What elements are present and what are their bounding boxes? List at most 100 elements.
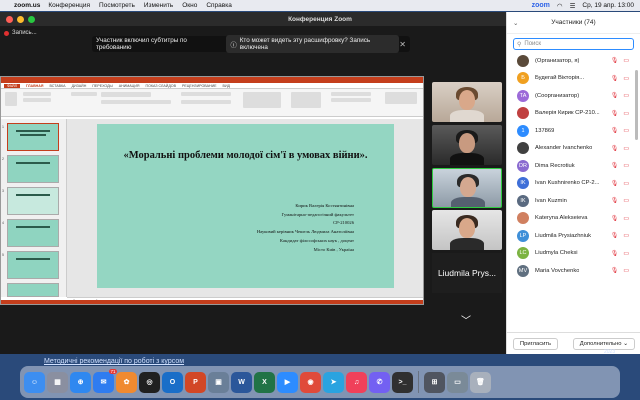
slide-thumbnail[interactable]: [7, 187, 59, 215]
paste-icon[interactable]: [5, 92, 17, 106]
ppt-tab-home[interactable]: ГЛАВНАЯ: [26, 84, 43, 88]
mic-muted-icon[interactable]: 🎙︎: [611, 250, 619, 257]
paragraph-tools[interactable]: [181, 92, 231, 96]
mic-muted-icon[interactable]: 🎙︎: [611, 197, 619, 204]
slide-thumbnail[interactable]: [7, 283, 59, 297]
camera-off-icon[interactable]: ▭: [623, 197, 629, 204]
ribbon-tool[interactable]: [23, 92, 51, 96]
camera-off-icon[interactable]: ▭: [623, 250, 629, 257]
wifi-icon[interactable]: ◠: [557, 2, 563, 10]
participant-search[interactable]: ⚲ Поиск: [513, 38, 634, 50]
mic-muted-icon[interactable]: 🎙︎: [611, 267, 619, 274]
video-tile[interactable]: [432, 82, 502, 122]
menu-item-conference[interactable]: Конференция: [48, 2, 90, 9]
launchpad-icon[interactable]: ▦: [47, 371, 68, 393]
video-tile[interactable]: [432, 125, 502, 165]
transcript-visibility-button[interactable]: ⓘ Кто может видеть эту расшифровку? Запи…: [226, 35, 400, 53]
music-icon[interactable]: ♫: [346, 371, 367, 393]
participant-row[interactable]: IK Ivan Kushnirenko СР-2... 🎙︎ ▭: [507, 175, 635, 193]
clock[interactable]: Ср, 19 апр. 13:00: [582, 2, 634, 9]
mic-muted-icon[interactable]: 🎙︎: [611, 145, 619, 152]
finder-icon[interactable]: ☺: [24, 371, 45, 393]
mic-muted-icon[interactable]: 🎙︎: [611, 215, 619, 222]
shape-fill-tools[interactable]: [331, 92, 371, 96]
search-input[interactable]: Поиск: [524, 41, 541, 47]
mic-muted-icon[interactable]: 🎙︎: [611, 92, 619, 99]
ppt-tab-animation[interactable]: АНИМАЦИЯ: [119, 84, 140, 88]
ppt-tab-view[interactable]: ВИД: [223, 84, 230, 88]
mic-muted-icon[interactable]: 🎙︎: [611, 75, 619, 82]
mic-muted-icon[interactable]: 🎙︎: [611, 180, 619, 187]
camera-off-icon[interactable]: ▭: [623, 110, 629, 117]
paragraph-tools[interactable]: [181, 100, 231, 104]
photos-icon[interactable]: ✿: [116, 371, 137, 393]
font-format-tools[interactable]: [101, 100, 171, 104]
trash-icon[interactable]: 🗑: [470, 371, 491, 393]
participant-row[interactable]: 1 137869 🎙︎ ▭: [507, 122, 635, 140]
zoom-status-icon[interactable]: zoom: [532, 2, 550, 9]
ppt-tab-insert[interactable]: ВСТАВКА: [49, 84, 65, 88]
camera-off-icon[interactable]: ▭: [623, 75, 629, 82]
slide-thumbnail[interactable]: [7, 251, 59, 279]
chatgpt-icon[interactable]: ◎: [139, 371, 160, 393]
menu-item-view[interactable]: Посмотреть: [99, 2, 135, 9]
ppt-tab-review[interactable]: РЕЦЕНЗИРОВАНИЕ: [182, 84, 217, 88]
chrome-icon[interactable]: ◉: [300, 371, 321, 393]
participant-row[interactable]: LP Liudmila Prysiazhniuk 🎙︎ ▭: [507, 227, 635, 245]
participant-name-tile[interactable]: Liudmila Prys...: [432, 253, 502, 293]
camera-off-icon[interactable]: ▭: [623, 180, 629, 187]
scrollbar[interactable]: [635, 70, 638, 140]
participant-row[interactable]: IK Ivan Kuzmin 🎙︎ ▭: [507, 192, 635, 210]
ppt-tab-transitions[interactable]: ПЕРЕХОДЫ: [92, 84, 112, 88]
menu-item-help[interactable]: Справка: [206, 2, 232, 9]
participant-row[interactable]: LC Liudmyla Cheksi 🎙︎ ▭: [507, 245, 635, 263]
camera-off-icon[interactable]: ▭: [623, 162, 629, 169]
minimize-window-button[interactable]: [17, 15, 24, 23]
video-tile[interactable]: [432, 210, 502, 250]
recording-indicator[interactable]: Запись...: [4, 30, 37, 36]
participant-row[interactable]: Валерія Кирик СР-210... 🎙︎ ▭: [507, 105, 635, 123]
close-icon[interactable]: ✕: [399, 40, 406, 49]
mic-muted-icon[interactable]: 🎙︎: [611, 110, 619, 117]
mic-muted-icon[interactable]: 🎙︎: [611, 162, 619, 169]
preview-icon[interactable]: ▣: [208, 371, 229, 393]
safari-icon[interactable]: ⊕: [70, 371, 91, 393]
participant-row[interactable]: Б Будегай Вікторія... 🎙︎ ▭: [507, 70, 635, 88]
camera-off-icon[interactable]: ▭: [623, 57, 629, 64]
calculator-icon[interactable]: ⊞: [424, 371, 445, 393]
close-window-button[interactable]: [6, 15, 13, 23]
ribbon-tool[interactable]: [71, 92, 97, 96]
participant-row[interactable]: (Организатор, я) 🎙︎ ▭: [507, 52, 635, 70]
participant-row[interactable]: ТА (Соорганизатор) 🎙︎ ▭: [507, 87, 635, 105]
current-slide[interactable]: «Моральні проблеми молодої сім'ї в умова…: [97, 124, 394, 288]
mail-icon[interactable]: ✉ 71: [93, 368, 117, 393]
participant-row[interactable]: DR Dima Recrotiuk 🎙︎ ▭: [507, 157, 635, 175]
shared-screen[interactable]: ФАЙЛ ГЛАВНАЯ ВСТАВКА ДИЗАЙН ПЕРЕХОДЫ АНИ…: [0, 76, 424, 305]
participant-row[interactable]: Kateryna Alekseieva 🎙︎ ▭: [507, 210, 635, 228]
ppt-tab-design[interactable]: ДИЗАЙН: [72, 84, 87, 88]
mic-muted-icon[interactable]: 🎙︎: [611, 57, 619, 64]
screenshot-icon[interactable]: ▭: [447, 371, 468, 393]
slide-thumbnail[interactable]: [7, 219, 59, 247]
camera-off-icon[interactable]: ▭: [623, 267, 629, 274]
maximize-window-button[interactable]: [28, 15, 35, 23]
menu-item-window[interactable]: Окно: [182, 2, 197, 9]
font-selector[interactable]: [101, 92, 151, 97]
ppt-tab-slideshow[interactable]: ПОКАЗ СЛАЙДОВ: [146, 84, 176, 88]
control-center-icon[interactable]: ☰: [570, 2, 576, 10]
camera-off-icon[interactable]: ▭: [623, 145, 629, 152]
menu-item-edit[interactable]: Изменить: [144, 2, 173, 9]
mic-muted-icon[interactable]: 🎙︎: [611, 127, 619, 134]
chevron-down-icon[interactable]: ﹀: [461, 312, 471, 327]
camera-off-icon[interactable]: ▭: [623, 127, 629, 134]
zoom-icon[interactable]: ▶: [277, 371, 298, 393]
slide-thumbnail[interactable]: [7, 123, 59, 151]
participant-row[interactable]: Alexander Ivanchenko 🎙︎ ▭: [507, 140, 635, 158]
camera-off-icon[interactable]: ▭: [623, 92, 629, 99]
camera-off-icon[interactable]: ▭: [623, 215, 629, 222]
participant-row[interactable]: MV Maria Vovchenko 🎙︎ ▭: [507, 262, 635, 280]
arrange-tools[interactable]: [291, 92, 321, 108]
shape-outline-tools[interactable]: [331, 98, 371, 102]
shapes-gallery[interactable]: [243, 92, 281, 108]
mic-muted-icon[interactable]: 🎙︎: [611, 232, 619, 239]
